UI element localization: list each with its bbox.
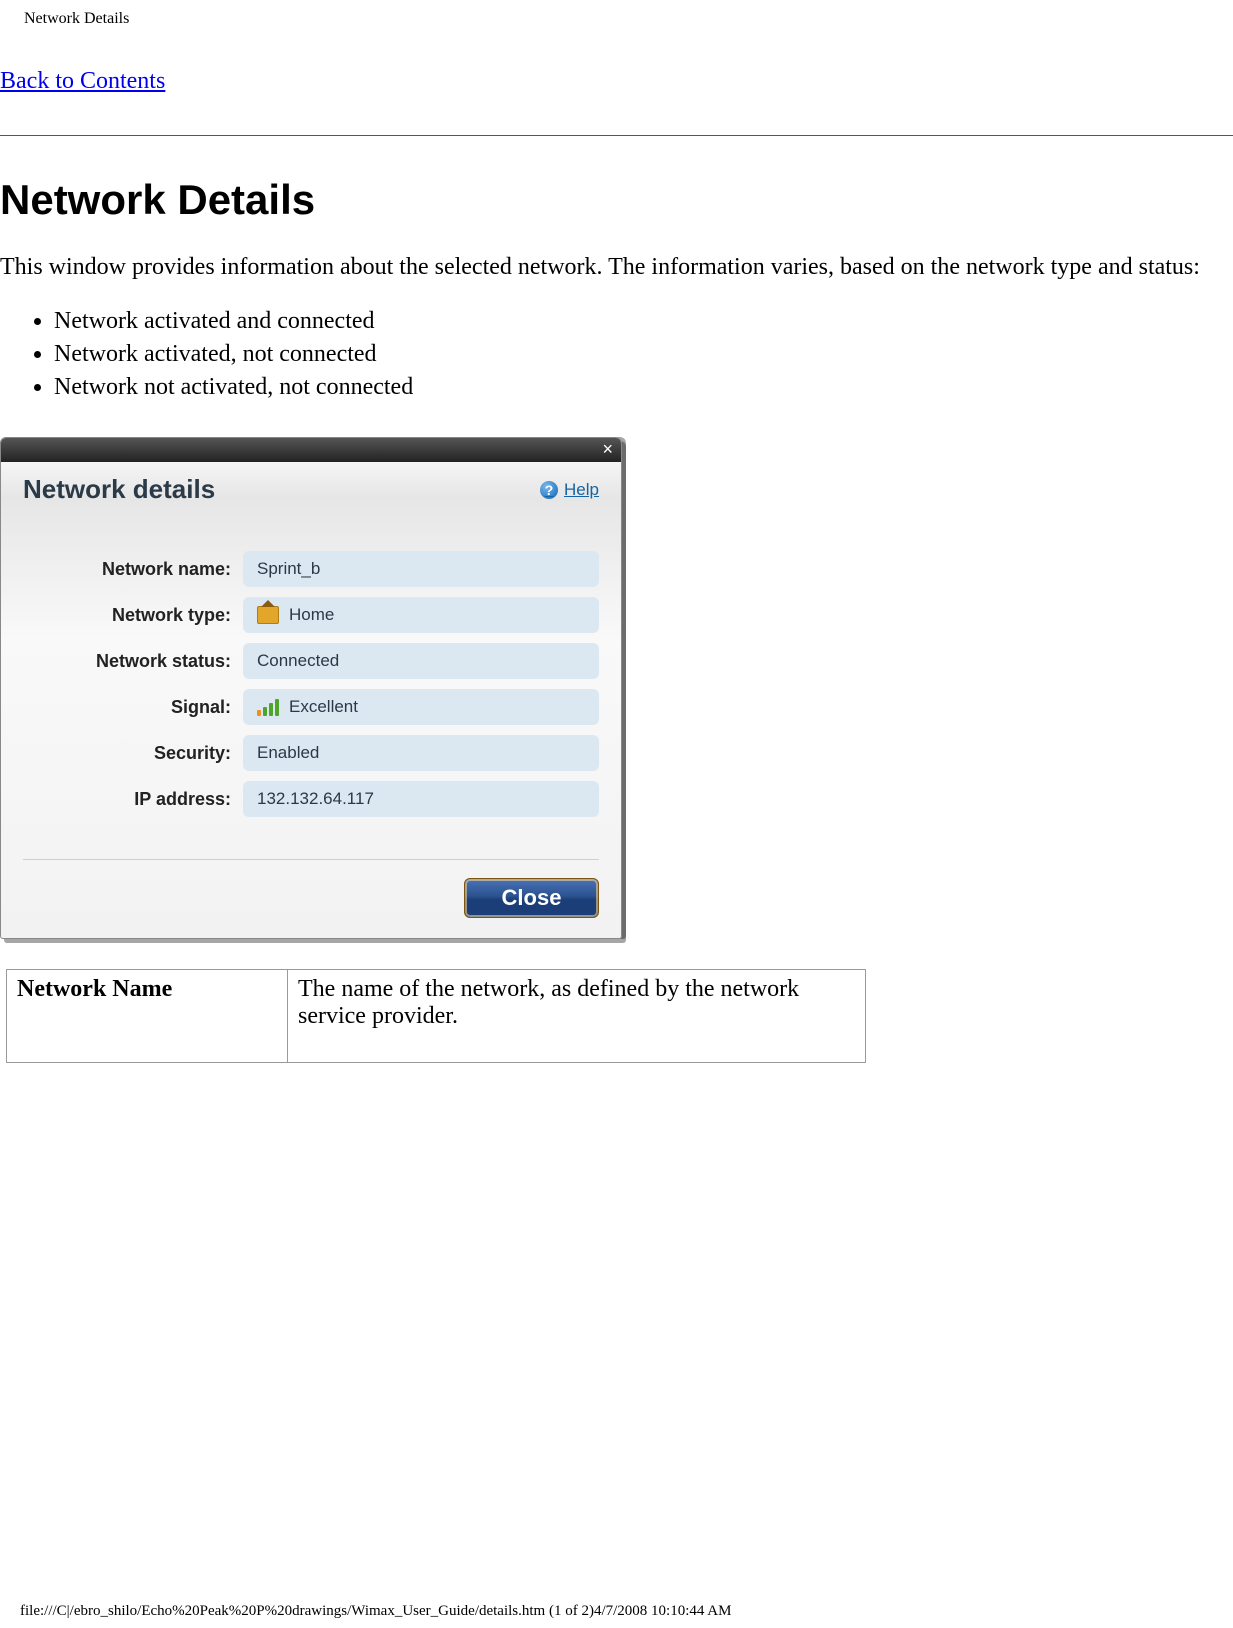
dialog-titlebar: × bbox=[1, 438, 621, 462]
field-label: Network type: bbox=[23, 605, 243, 626]
field-security: Security: Enabled bbox=[23, 735, 599, 771]
back-to-contents-link[interactable]: Back to Contents bbox=[0, 68, 165, 95]
intro-paragraph: This window provides information about t… bbox=[0, 252, 1200, 282]
field-network-type: Network type: Home bbox=[23, 597, 599, 633]
field-value: 132.132.64.117 bbox=[243, 781, 599, 817]
status-types-list: Network activated and connected Network … bbox=[54, 308, 1233, 401]
network-details-dialog: × Network details ? Help Network name: S… bbox=[0, 437, 622, 939]
help-icon: ? bbox=[540, 481, 558, 499]
definition-term: Network Name bbox=[7, 970, 288, 1063]
dialog-footer: Close bbox=[23, 859, 599, 938]
list-item: Network activated and connected bbox=[54, 308, 1233, 335]
help-label: Help bbox=[564, 480, 599, 500]
field-label: Signal: bbox=[23, 697, 243, 718]
footer-file-path: file:///C|/ebro_shilo/Echo%20Peak%20P%20… bbox=[20, 1603, 731, 1620]
field-value: Excellent bbox=[243, 689, 599, 725]
field-network-status: Network status: Connected bbox=[23, 643, 599, 679]
dialog-header: Network details ? Help bbox=[1, 462, 621, 513]
list-item: Network not activated, not connected bbox=[54, 374, 1233, 401]
field-signal: Signal: Excellent bbox=[23, 689, 599, 725]
help-link[interactable]: ? Help bbox=[540, 480, 599, 500]
field-value: Enabled bbox=[243, 735, 599, 771]
horizontal-rule bbox=[0, 135, 1233, 136]
field-label: Network name: bbox=[23, 559, 243, 580]
field-ip-address: IP address: 132.132.64.117 bbox=[23, 781, 599, 817]
dialog-body: Network name: Sprint_b Network type: Hom… bbox=[1, 513, 621, 837]
definition-description: The name of the network, as defined by t… bbox=[288, 970, 866, 1063]
close-icon[interactable]: × bbox=[602, 440, 613, 458]
close-button[interactable]: Close bbox=[464, 878, 599, 918]
dialog-title: Network details bbox=[23, 474, 215, 505]
field-network-name: Network name: Sprint_b bbox=[23, 551, 599, 587]
signal-bars-icon bbox=[257, 698, 279, 716]
home-icon bbox=[257, 606, 279, 624]
field-label: IP address: bbox=[23, 789, 243, 810]
field-label: Network status: bbox=[23, 651, 243, 672]
list-item: Network activated, not connected bbox=[54, 341, 1233, 368]
field-value: Connected bbox=[243, 643, 599, 679]
page-header-title: Network Details bbox=[0, 0, 1233, 28]
page-title: Network Details bbox=[0, 176, 1233, 224]
field-value: Home bbox=[243, 597, 599, 633]
field-value: Sprint_b bbox=[243, 551, 599, 587]
field-label: Security: bbox=[23, 743, 243, 764]
table-row: Network Name The name of the network, as… bbox=[7, 970, 866, 1063]
definition-table: Network Name The name of the network, as… bbox=[6, 969, 866, 1063]
